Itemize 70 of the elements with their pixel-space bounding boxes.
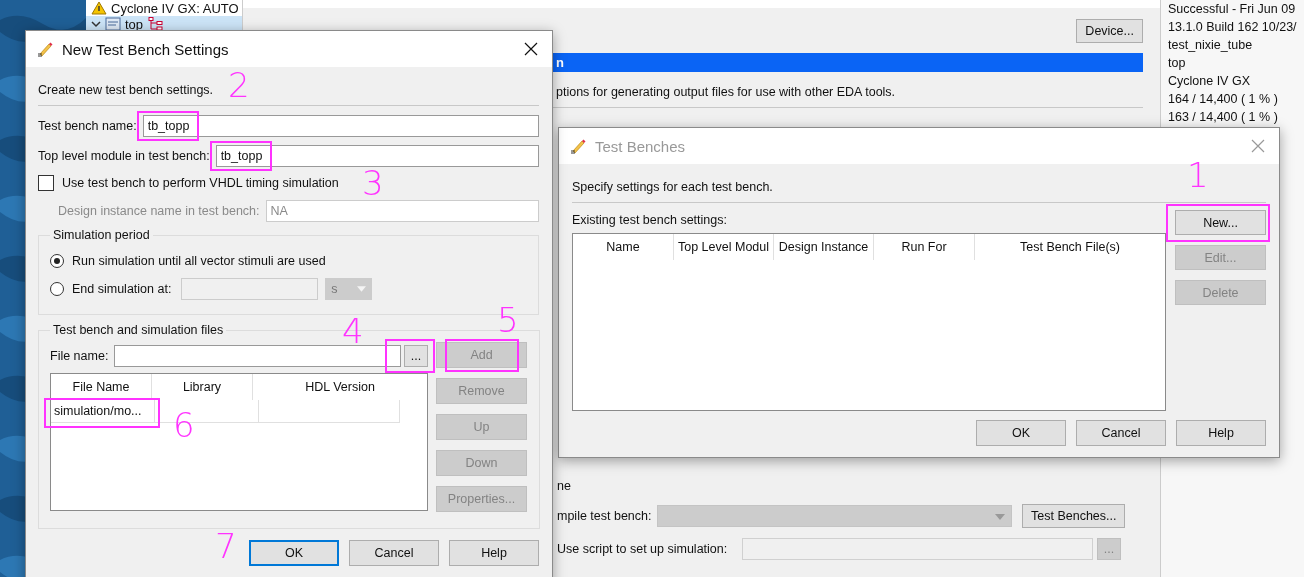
dialog-button[interactable]: Help (449, 540, 539, 566)
step-number: 6 (173, 408, 195, 442)
pencil-icon (570, 138, 586, 154)
column-header[interactable]: Run For (874, 234, 975, 260)
setting-label: mpile test bench: (557, 509, 653, 523)
summary-value: Successful - Fri Jun 09 (1168, 1, 1297, 18)
caret-icon (357, 286, 367, 292)
column-header[interactable]: Test Bench File(s) (975, 234, 1165, 260)
dialog-title: Test Benches (595, 137, 687, 155)
step-number: 7 (215, 529, 237, 563)
column-header[interactable]: Name (573, 234, 674, 260)
table-cell: simulation/mo... (54, 404, 142, 418)
dialog-button[interactable]: Cancel (349, 540, 439, 566)
field-label: Test bench name: (38, 119, 137, 133)
summary-value: 13.1.0 Build 162 10/23/ (1168, 19, 1298, 36)
dialog-button[interactable]: OK (976, 420, 1066, 446)
tree-item-label[interactable]: Cyclone IV GX: AUTO (111, 0, 239, 16)
dialog-button[interactable]: New... (1175, 210, 1266, 235)
field-label: File name: (50, 349, 109, 363)
checkbox-label[interactable]: Use test bench to perform VHDL timing simulation (62, 176, 339, 190)
summary-value: test_nixie_tube (1168, 37, 1254, 54)
step-number: 5 (497, 303, 519, 337)
highlight-frame (209, 141, 272, 171)
group-title: Test bench and simulation files (52, 323, 225, 337)
radio-label[interactable]: End simulation at: (72, 282, 172, 296)
field-label: Design instance name in test bench: (58, 204, 260, 218)
column-header[interactable]: Design Instance (774, 234, 874, 260)
step-number: 3 (362, 166, 384, 200)
close-icon[interactable] (524, 42, 538, 56)
summary-value: 163 / 14,400 ( 1 % ) (1168, 109, 1279, 126)
step-number: 2 (228, 68, 250, 102)
column-header[interactable]: Top Level Modul (674, 234, 774, 260)
browse-button[interactable]: ... (404, 345, 428, 367)
highlight-frame (385, 339, 435, 373)
radio-label[interactable]: Run simulation until all vector stimuli are used (72, 254, 326, 268)
step-number: 4 (342, 314, 364, 348)
test-bench-name-field[interactable]: tb_topp (142, 115, 539, 137)
dialog-button[interactable]: OK (249, 540, 339, 566)
device-button[interactable]: Device... (1076, 19, 1143, 43)
setting-label: ne (557, 479, 571, 493)
dialog-title: New Test Bench Settings (62, 40, 230, 58)
summary-value: Cyclone IV GX (1168, 73, 1251, 90)
file-name-field[interactable] (114, 345, 401, 367)
checkbox[interactable] (38, 175, 54, 191)
entity-icon (105, 17, 121, 31)
column-header[interactable]: HDL Version (253, 374, 427, 400)
radio-button[interactable] (50, 254, 64, 268)
warning-icon (91, 1, 107, 15)
summary-value: 164 / 14,400 ( 1 % ) (1168, 91, 1279, 108)
section-description: ptions for generating output files for use with other EDA tools. (555, 84, 897, 100)
dialog-instructions: Specify settings for each test bench. (572, 179, 773, 195)
chevron-icon[interactable] (91, 19, 101, 29)
setting-label: Use script to set up simulation: (557, 542, 729, 556)
pencil-icon (37, 41, 53, 57)
caret-icon (995, 514, 1005, 520)
column-header[interactable]: File Name (51, 374, 152, 400)
top-level-module-field[interactable]: tb_topp (215, 145, 539, 167)
radio-button[interactable] (50, 282, 64, 296)
list-label: Existing test bench settings: (572, 212, 728, 228)
step-number: 1 (1187, 158, 1209, 192)
section-header: n (553, 53, 1143, 72)
column-header[interactable]: Library (152, 374, 253, 400)
dialog-button[interactable]: Help (1176, 420, 1266, 446)
group-title: Simulation period (52, 228, 151, 242)
tree-item-label[interactable]: top (125, 16, 144, 32)
dialog-button[interactable]: Cancel (1076, 420, 1166, 446)
field-label: Top level module in test bench: (38, 149, 210, 163)
dialog-instructions: Create new test bench settings. (38, 82, 214, 98)
summary-value: top (1168, 55, 1187, 72)
highlight-frame (136, 111, 199, 141)
